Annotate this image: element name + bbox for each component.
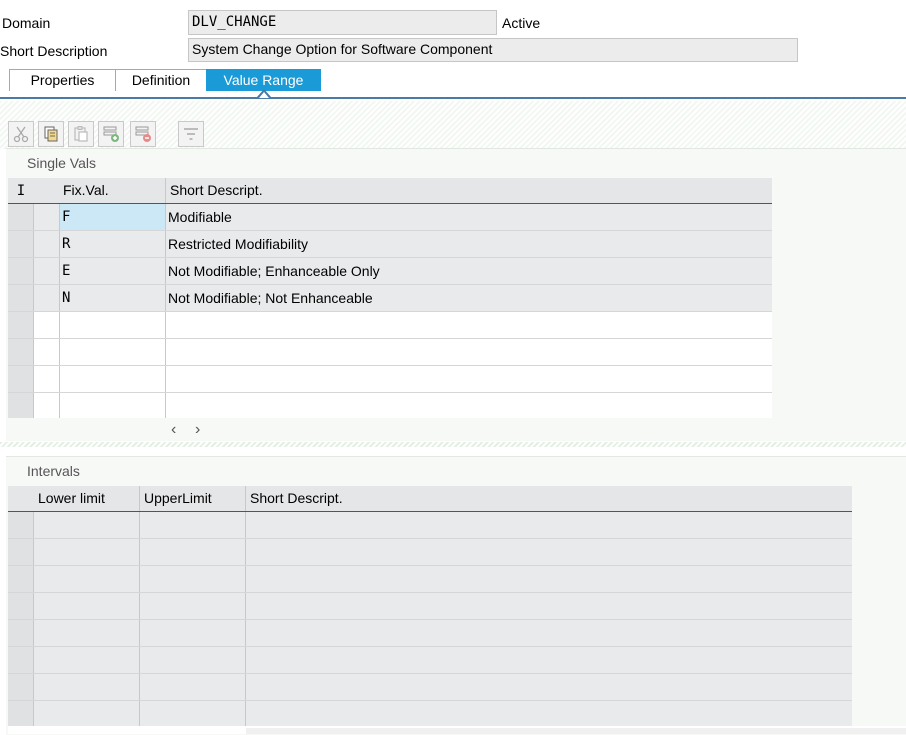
intervals-title: Intervals xyxy=(27,463,80,479)
desc-cell[interactable]: Restricted Modifiability xyxy=(166,231,772,257)
table-row[interactable]: R Restricted Modifiability xyxy=(8,231,772,258)
scroll-left-button[interactable]: ‹ xyxy=(171,421,176,439)
domain-input[interactable]: DLV_CHANGE xyxy=(188,10,497,35)
interval-cell[interactable] xyxy=(246,512,852,538)
single-vals-header: I Fix.Val. Short Descript. xyxy=(8,178,772,204)
row-selector[interactable] xyxy=(8,512,34,538)
interval-cell[interactable] xyxy=(246,701,852,727)
interval-cell[interactable] xyxy=(34,566,140,592)
interval-cell[interactable] xyxy=(140,674,246,700)
copy-icon xyxy=(44,126,58,142)
cut-icon xyxy=(13,126,29,143)
col-header-i[interactable]: I xyxy=(17,183,25,199)
col-header-upper-limit[interactable]: UpperLimit xyxy=(140,486,246,511)
table-row[interactable] xyxy=(8,674,852,701)
interval-cell[interactable] xyxy=(34,593,140,619)
desc-cell[interactable]: Not Modifiable; Enhanceable Only xyxy=(166,258,772,284)
col-header-short-descript[interactable]: Short Descript. xyxy=(166,178,772,203)
row-selector[interactable] xyxy=(8,701,34,727)
filter-button[interactable] xyxy=(178,121,204,147)
table-row[interactable] xyxy=(8,312,772,339)
row-selector[interactable] xyxy=(8,593,34,619)
table-row[interactable] xyxy=(8,566,852,593)
short-description-label: Short Description xyxy=(0,43,108,59)
col-header-fix-val[interactable]: Fix.Val. xyxy=(34,178,166,203)
interval-cell[interactable] xyxy=(140,593,246,619)
interval-cell[interactable] xyxy=(246,620,852,646)
fix-val-cell[interactable]: E xyxy=(60,258,166,284)
row-selector[interactable] xyxy=(8,674,34,700)
domain-label: Domain xyxy=(2,15,51,31)
interval-cell[interactable] xyxy=(140,566,246,592)
row-selector[interactable] xyxy=(8,647,34,673)
section-divider xyxy=(0,442,906,447)
delete-row-icon xyxy=(135,126,151,142)
desc-cell[interactable]: Modifiable xyxy=(166,204,772,230)
filter-icon xyxy=(184,128,198,140)
row-selector[interactable] xyxy=(8,620,34,646)
interval-cell[interactable] xyxy=(34,701,140,727)
insert-row-icon xyxy=(103,126,119,142)
tab-underline xyxy=(0,97,906,99)
interval-cell[interactable] xyxy=(34,620,140,646)
short-description-input[interactable]: System Change Option for Software Compon… xyxy=(188,38,798,62)
desc-cell[interactable]: Not Modifiable; Not Enhanceable xyxy=(166,285,772,311)
table-row[interactable] xyxy=(8,647,852,674)
copy-button[interactable] xyxy=(38,121,64,147)
delete-row-button[interactable] xyxy=(130,121,156,147)
tab-properties[interactable]: Properties xyxy=(9,69,116,91)
table-row[interactable] xyxy=(8,593,852,620)
table-row[interactable] xyxy=(8,393,772,418)
table-row[interactable]: E Not Modifiable; Enhanceable Only xyxy=(8,258,772,285)
table-row[interactable] xyxy=(8,620,852,647)
table-row[interactable]: N Not Modifiable; Not Enhanceable xyxy=(8,285,772,312)
col-header-lower-limit[interactable]: Lower limit xyxy=(34,486,140,511)
interval-cell[interactable] xyxy=(34,647,140,673)
table-row[interactable] xyxy=(8,701,852,728)
status-text: Active xyxy=(502,15,541,31)
col-header-short-descript[interactable]: Short Descript. xyxy=(246,486,852,511)
table-row[interactable] xyxy=(8,539,852,566)
intervals-grid: Lower limit UpperLimit Short Descript. xyxy=(8,486,852,728)
interval-cell[interactable] xyxy=(246,674,852,700)
single-vals-title: Single Vals xyxy=(27,155,97,171)
scroll-right-button[interactable]: › xyxy=(195,421,200,439)
interval-cell[interactable] xyxy=(140,647,246,673)
interval-cell[interactable] xyxy=(140,701,246,727)
intervals-header: Lower limit UpperLimit Short Descript. xyxy=(8,486,852,512)
paste-icon xyxy=(74,126,88,142)
row-selector[interactable] xyxy=(8,566,34,592)
interval-cell[interactable] xyxy=(246,539,852,565)
interval-cell[interactable] xyxy=(34,674,140,700)
table-row[interactable] xyxy=(8,339,772,366)
fix-val-cell[interactable]: N xyxy=(60,285,166,311)
interval-cell[interactable] xyxy=(246,593,852,619)
cut-button[interactable] xyxy=(8,121,34,147)
interval-cell[interactable] xyxy=(140,512,246,538)
table-row[interactable] xyxy=(8,512,852,539)
row-selector[interactable] xyxy=(8,539,34,565)
interval-cell[interactable] xyxy=(246,566,852,592)
fix-val-cell[interactable]: F xyxy=(60,204,166,230)
interval-cell[interactable] xyxy=(34,539,140,565)
tab-value-range[interactable]: Value Range xyxy=(206,69,321,91)
intervals-scrollbar[interactable] xyxy=(246,728,906,734)
table-row[interactable]: F Modifiable xyxy=(8,204,772,231)
interval-cell[interactable] xyxy=(246,647,852,673)
single-vals-grid: I Fix.Val. Short Descript. F Modifiable … xyxy=(8,178,772,418)
fix-val-cell[interactable]: R xyxy=(60,231,166,257)
interval-cell[interactable] xyxy=(34,512,140,538)
table-row[interactable] xyxy=(8,366,772,393)
insert-row-button[interactable] xyxy=(98,121,124,147)
interval-cell[interactable] xyxy=(140,620,246,646)
interval-cell[interactable] xyxy=(140,539,246,565)
paste-button[interactable] xyxy=(68,121,94,147)
tab-definition[interactable]: Definition xyxy=(115,69,207,91)
